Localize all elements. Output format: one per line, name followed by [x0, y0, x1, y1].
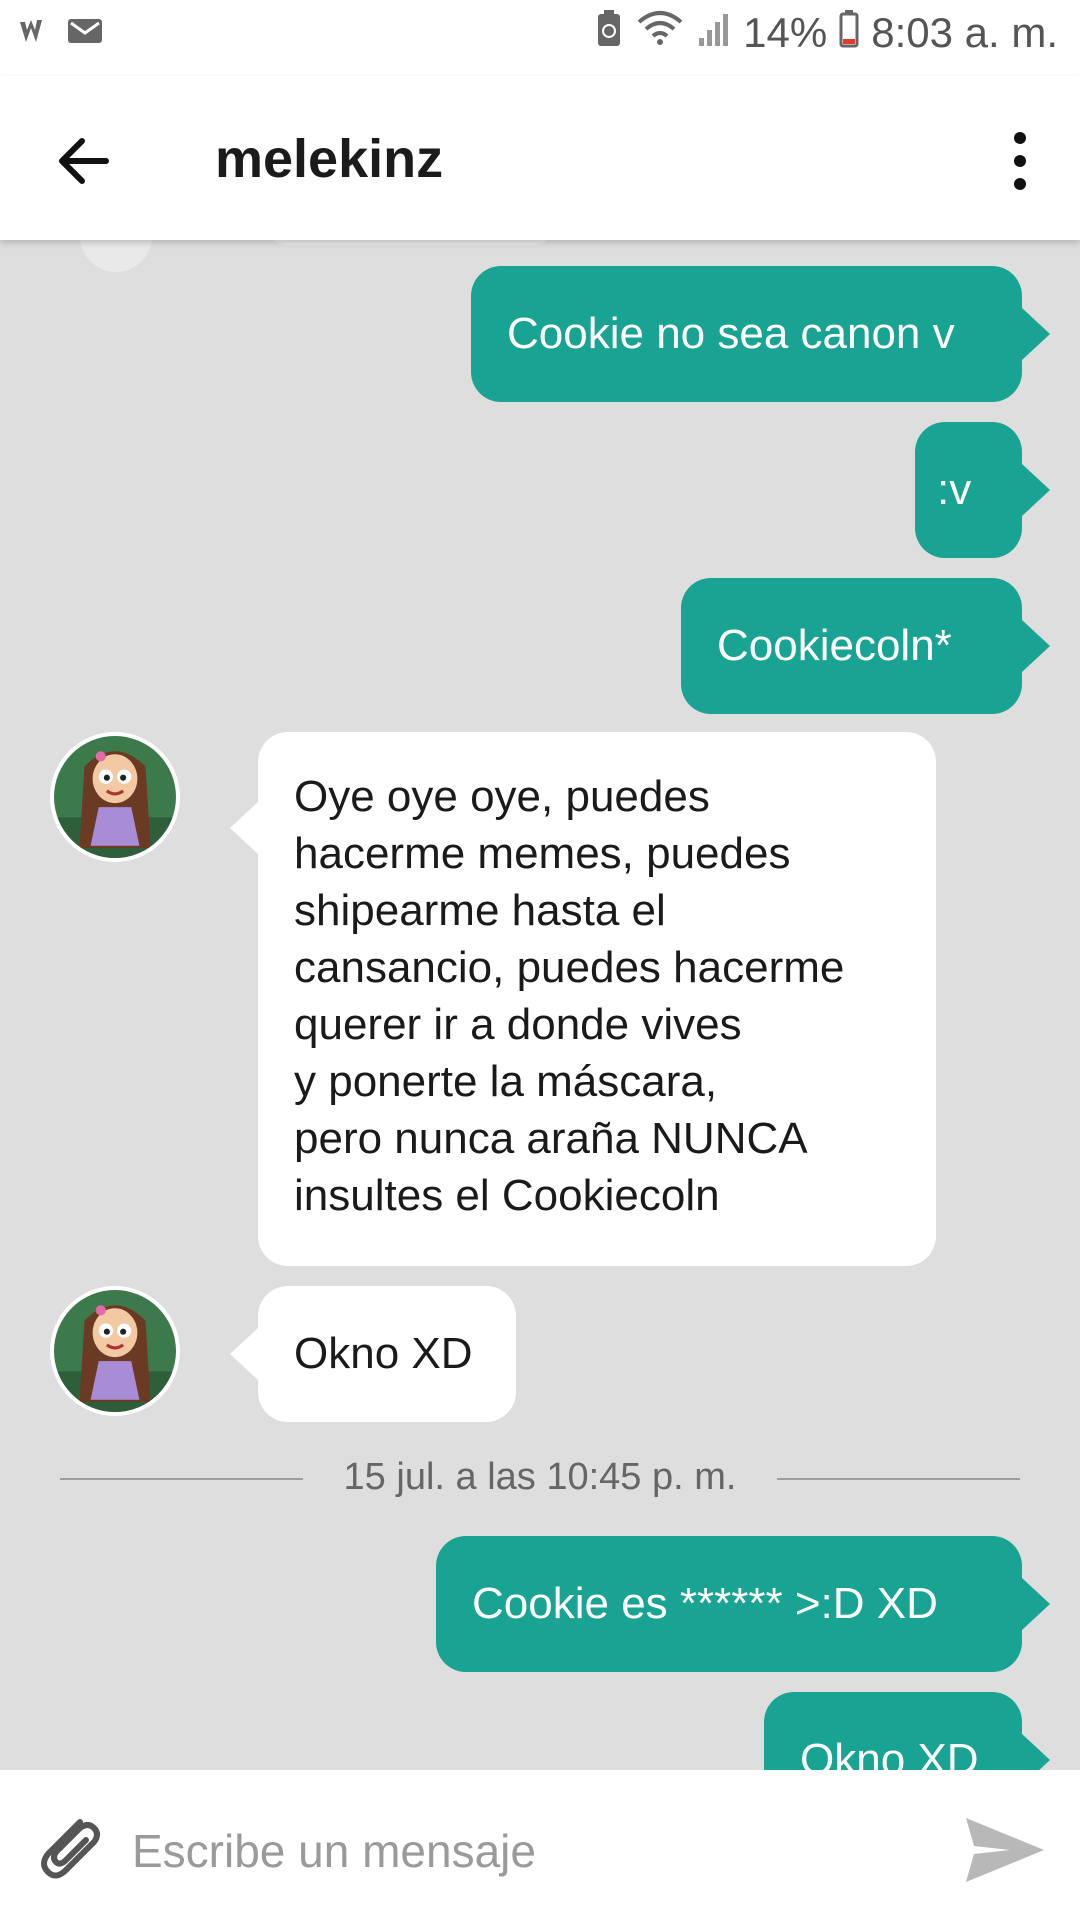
- message-line: shipearme hasta el: [294, 886, 666, 935]
- battery-percent: 14%: [743, 9, 828, 56]
- send-button[interactable]: [960, 1810, 1050, 1890]
- back-button[interactable]: [50, 126, 120, 196]
- message-list[interactable]: Cookie no sea canon v :v Cookiecoln* Oye…: [0, 240, 1080, 1770]
- date-separator: 15 jul. a las 10:45 p. m.: [60, 1448, 1020, 1508]
- message-line: pero nunca araña NUNCA: [294, 1114, 808, 1163]
- message-text: :v: [937, 465, 972, 514]
- message-bubble-outgoing[interactable]: Cookie no sea canon v: [471, 266, 1050, 402]
- message-bubble-outgoing[interactable]: :v: [915, 422, 1050, 558]
- avatar[interactable]: [50, 1286, 180, 1416]
- more-vert-icon: [1000, 132, 1040, 200]
- avatar-image: [54, 1290, 176, 1412]
- wattpad-icon: [18, 16, 54, 51]
- message-bubble-incoming[interactable]: Okno XD: [230, 1286, 516, 1422]
- divider: [777, 1478, 1020, 1480]
- battery-saver-icon: [595, 8, 623, 58]
- message-line: Oye oye oye, puedes: [294, 772, 710, 821]
- conversation-title: melekinz: [215, 129, 444, 189]
- arrow-left-icon: [50, 138, 120, 200]
- attach-button[interactable]: [28, 1808, 108, 1888]
- message-line: cansancio, puedes hacerme: [294, 943, 845, 992]
- clock: 8:03 a. m.: [871, 9, 1058, 56]
- message-bubble-outgoing[interactable]: Cookiecoln*: [681, 578, 1050, 714]
- message-line: insultes el Cookiecoln: [294, 1171, 720, 1220]
- battery-icon: [839, 8, 859, 58]
- message-bubble-outgoing[interactable]: Cookie es ****** >:D XD: [436, 1536, 1050, 1672]
- wifi-icon: [635, 8, 685, 58]
- avatar-image: [54, 736, 176, 858]
- message-bubble-outgoing[interactable]: Okno XD: [764, 1692, 1050, 1770]
- message-text: Cookiecoln*: [717, 621, 952, 670]
- message-composer: [0, 1770, 1080, 1920]
- message-bubble-incoming[interactable]: Oye oye oye, puedes hacerme memes, puede…: [230, 732, 936, 1266]
- message-text: Okno XD: [800, 1735, 979, 1770]
- message-text: Cookie no sea canon v: [507, 309, 955, 358]
- message-line: hacerme memes, puedes: [294, 829, 791, 878]
- avatar: [80, 240, 152, 272]
- message-text: Cookie es ****** >:D XD: [472, 1579, 938, 1628]
- message-line: y ponerte la máscara,: [294, 1057, 718, 1106]
- avatar[interactable]: [50, 732, 180, 862]
- signal-icon: [697, 8, 731, 58]
- message-input[interactable]: [130, 1810, 934, 1892]
- message-text: Okno XD: [294, 1329, 473, 1378]
- overflow-menu-button[interactable]: [1000, 126, 1040, 196]
- send-icon: [960, 1818, 1050, 1894]
- app-bar: melekinz: [0, 76, 1080, 240]
- paperclip-icon: [28, 1819, 108, 1892]
- mail-icon: [66, 16, 104, 51]
- message-bubble: [265, 240, 555, 245]
- status-bar: 14% 8:03 a. m.: [0, 0, 1080, 76]
- message-line: querer ir a donde vives: [294, 1000, 742, 1049]
